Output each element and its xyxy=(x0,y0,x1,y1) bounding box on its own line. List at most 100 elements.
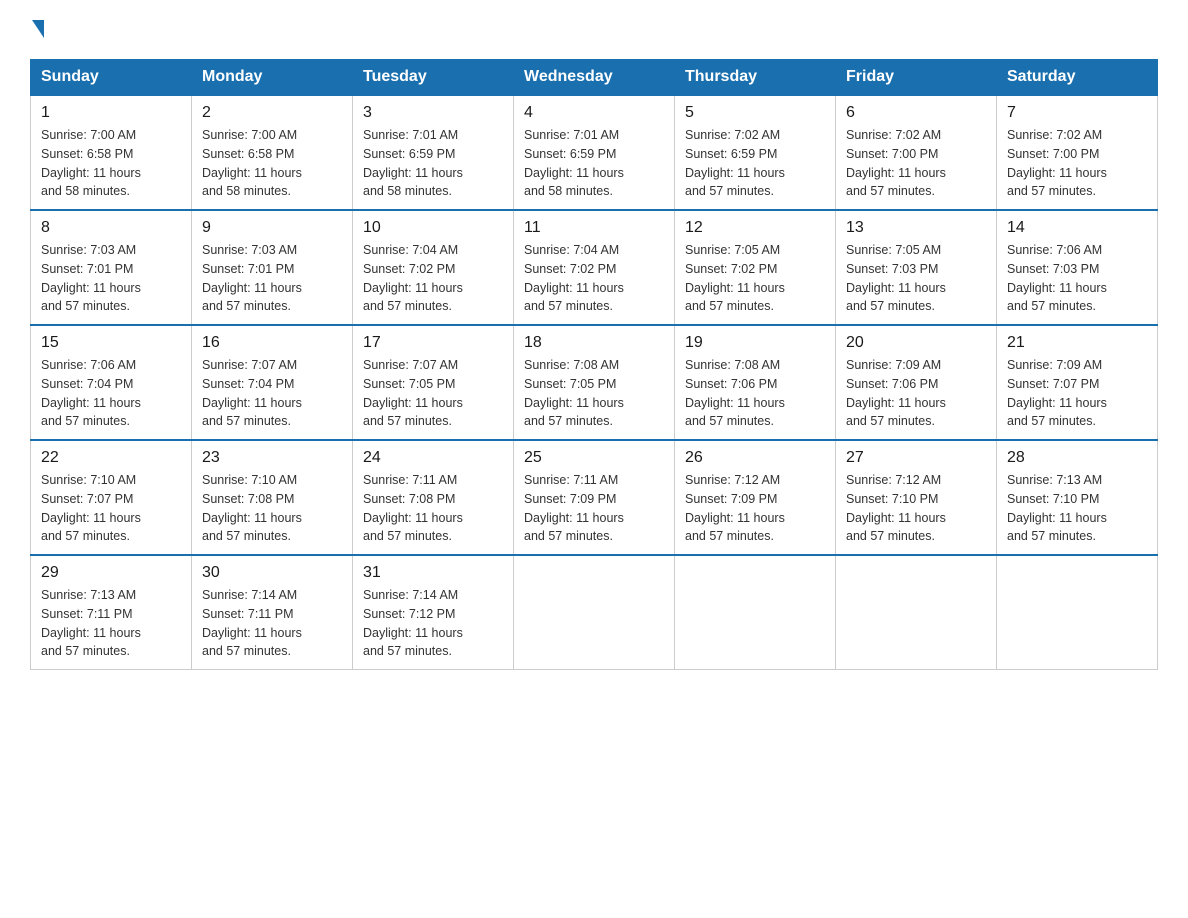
day-info: Sunrise: 7:10 AM Sunset: 7:08 PM Dayligh… xyxy=(202,471,342,546)
day-number: 19 xyxy=(685,334,825,352)
calendar-cell: 28 Sunrise: 7:13 AM Sunset: 7:10 PM Dayl… xyxy=(997,440,1158,555)
day-number: 14 xyxy=(1007,219,1147,237)
calendar-cell: 4 Sunrise: 7:01 AM Sunset: 6:59 PM Dayli… xyxy=(514,95,675,210)
calendar-header-tuesday: Tuesday xyxy=(353,60,514,96)
day-number: 7 xyxy=(1007,104,1147,122)
calendar-cell: 23 Sunrise: 7:10 AM Sunset: 7:08 PM Dayl… xyxy=(192,440,353,555)
calendar-cell: 16 Sunrise: 7:07 AM Sunset: 7:04 PM Dayl… xyxy=(192,325,353,440)
day-number: 22 xyxy=(41,449,181,467)
calendar-cell: 22 Sunrise: 7:10 AM Sunset: 7:07 PM Dayl… xyxy=(31,440,192,555)
calendar-cell: 24 Sunrise: 7:11 AM Sunset: 7:08 PM Dayl… xyxy=(353,440,514,555)
day-info: Sunrise: 7:10 AM Sunset: 7:07 PM Dayligh… xyxy=(41,471,181,546)
calendar-cell: 17 Sunrise: 7:07 AM Sunset: 7:05 PM Dayl… xyxy=(353,325,514,440)
day-number: 30 xyxy=(202,564,342,582)
day-number: 21 xyxy=(1007,334,1147,352)
day-info: Sunrise: 7:13 AM Sunset: 7:11 PM Dayligh… xyxy=(41,586,181,661)
calendar-header-saturday: Saturday xyxy=(997,60,1158,96)
calendar-cell xyxy=(514,555,675,670)
day-info: Sunrise: 7:03 AM Sunset: 7:01 PM Dayligh… xyxy=(41,241,181,316)
day-info: Sunrise: 7:09 AM Sunset: 7:07 PM Dayligh… xyxy=(1007,356,1147,431)
calendar-cell: 26 Sunrise: 7:12 AM Sunset: 7:09 PM Dayl… xyxy=(675,440,836,555)
day-number: 1 xyxy=(41,104,181,122)
calendar-cell: 7 Sunrise: 7:02 AM Sunset: 7:00 PM Dayli… xyxy=(997,95,1158,210)
day-number: 9 xyxy=(202,219,342,237)
day-number: 5 xyxy=(685,104,825,122)
calendar-header-sunday: Sunday xyxy=(31,60,192,96)
day-number: 17 xyxy=(363,334,503,352)
day-info: Sunrise: 7:11 AM Sunset: 7:08 PM Dayligh… xyxy=(363,471,503,546)
calendar-cell: 14 Sunrise: 7:06 AM Sunset: 7:03 PM Dayl… xyxy=(997,210,1158,325)
day-number: 25 xyxy=(524,449,664,467)
day-info: Sunrise: 7:01 AM Sunset: 6:59 PM Dayligh… xyxy=(363,126,503,201)
calendar-cell: 1 Sunrise: 7:00 AM Sunset: 6:58 PM Dayli… xyxy=(31,95,192,210)
calendar-table: SundayMondayTuesdayWednesdayThursdayFrid… xyxy=(30,59,1158,670)
day-number: 29 xyxy=(41,564,181,582)
calendar-cell: 31 Sunrise: 7:14 AM Sunset: 7:12 PM Dayl… xyxy=(353,555,514,670)
day-number: 10 xyxy=(363,219,503,237)
day-number: 23 xyxy=(202,449,342,467)
calendar-cell: 20 Sunrise: 7:09 AM Sunset: 7:06 PM Dayl… xyxy=(836,325,997,440)
calendar-header-wednesday: Wednesday xyxy=(514,60,675,96)
calendar-header-monday: Monday xyxy=(192,60,353,96)
week-row-5: 29 Sunrise: 7:13 AM Sunset: 7:11 PM Dayl… xyxy=(31,555,1158,670)
calendar-header-thursday: Thursday xyxy=(675,60,836,96)
day-info: Sunrise: 7:01 AM Sunset: 6:59 PM Dayligh… xyxy=(524,126,664,201)
day-info: Sunrise: 7:00 AM Sunset: 6:58 PM Dayligh… xyxy=(41,126,181,201)
day-info: Sunrise: 7:02 AM Sunset: 7:00 PM Dayligh… xyxy=(1007,126,1147,201)
page-header xyxy=(30,20,1158,41)
day-info: Sunrise: 7:12 AM Sunset: 7:09 PM Dayligh… xyxy=(685,471,825,546)
week-row-3: 15 Sunrise: 7:06 AM Sunset: 7:04 PM Dayl… xyxy=(31,325,1158,440)
day-number: 3 xyxy=(363,104,503,122)
day-info: Sunrise: 7:11 AM Sunset: 7:09 PM Dayligh… xyxy=(524,471,664,546)
day-info: Sunrise: 7:02 AM Sunset: 6:59 PM Dayligh… xyxy=(685,126,825,201)
calendar-cell: 2 Sunrise: 7:00 AM Sunset: 6:58 PM Dayli… xyxy=(192,95,353,210)
day-number: 16 xyxy=(202,334,342,352)
calendar-cell xyxy=(675,555,836,670)
day-number: 20 xyxy=(846,334,986,352)
day-info: Sunrise: 7:06 AM Sunset: 7:04 PM Dayligh… xyxy=(41,356,181,431)
logo-triangle-icon xyxy=(32,20,44,38)
calendar-cell: 25 Sunrise: 7:11 AM Sunset: 7:09 PM Dayl… xyxy=(514,440,675,555)
day-number: 13 xyxy=(846,219,986,237)
day-number: 8 xyxy=(41,219,181,237)
day-number: 11 xyxy=(524,219,664,237)
day-info: Sunrise: 7:13 AM Sunset: 7:10 PM Dayligh… xyxy=(1007,471,1147,546)
day-info: Sunrise: 7:00 AM Sunset: 6:58 PM Dayligh… xyxy=(202,126,342,201)
calendar-cell: 18 Sunrise: 7:08 AM Sunset: 7:05 PM Dayl… xyxy=(514,325,675,440)
day-number: 12 xyxy=(685,219,825,237)
calendar-cell: 29 Sunrise: 7:13 AM Sunset: 7:11 PM Dayl… xyxy=(31,555,192,670)
day-info: Sunrise: 7:09 AM Sunset: 7:06 PM Dayligh… xyxy=(846,356,986,431)
calendar-cell: 30 Sunrise: 7:14 AM Sunset: 7:11 PM Dayl… xyxy=(192,555,353,670)
day-number: 4 xyxy=(524,104,664,122)
day-info: Sunrise: 7:07 AM Sunset: 7:04 PM Dayligh… xyxy=(202,356,342,431)
day-info: Sunrise: 7:05 AM Sunset: 7:02 PM Dayligh… xyxy=(685,241,825,316)
week-row-1: 1 Sunrise: 7:00 AM Sunset: 6:58 PM Dayli… xyxy=(31,95,1158,210)
logo xyxy=(30,20,44,41)
day-number: 2 xyxy=(202,104,342,122)
day-number: 24 xyxy=(363,449,503,467)
day-info: Sunrise: 7:02 AM Sunset: 7:00 PM Dayligh… xyxy=(846,126,986,201)
day-number: 18 xyxy=(524,334,664,352)
day-number: 31 xyxy=(363,564,503,582)
calendar-cell: 11 Sunrise: 7:04 AM Sunset: 7:02 PM Dayl… xyxy=(514,210,675,325)
calendar-cell: 8 Sunrise: 7:03 AM Sunset: 7:01 PM Dayli… xyxy=(31,210,192,325)
day-number: 28 xyxy=(1007,449,1147,467)
day-info: Sunrise: 7:14 AM Sunset: 7:11 PM Dayligh… xyxy=(202,586,342,661)
day-info: Sunrise: 7:12 AM Sunset: 7:10 PM Dayligh… xyxy=(846,471,986,546)
calendar-cell xyxy=(997,555,1158,670)
day-info: Sunrise: 7:08 AM Sunset: 7:05 PM Dayligh… xyxy=(524,356,664,431)
calendar-header-row: SundayMondayTuesdayWednesdayThursdayFrid… xyxy=(31,60,1158,96)
day-number: 27 xyxy=(846,449,986,467)
calendar-cell: 3 Sunrise: 7:01 AM Sunset: 6:59 PM Dayli… xyxy=(353,95,514,210)
day-number: 26 xyxy=(685,449,825,467)
calendar-cell: 10 Sunrise: 7:04 AM Sunset: 7:02 PM Dayl… xyxy=(353,210,514,325)
calendar-cell xyxy=(836,555,997,670)
calendar-cell: 19 Sunrise: 7:08 AM Sunset: 7:06 PM Dayl… xyxy=(675,325,836,440)
day-number: 15 xyxy=(41,334,181,352)
week-row-4: 22 Sunrise: 7:10 AM Sunset: 7:07 PM Dayl… xyxy=(31,440,1158,555)
calendar-cell: 21 Sunrise: 7:09 AM Sunset: 7:07 PM Dayl… xyxy=(997,325,1158,440)
day-info: Sunrise: 7:08 AM Sunset: 7:06 PM Dayligh… xyxy=(685,356,825,431)
day-info: Sunrise: 7:03 AM Sunset: 7:01 PM Dayligh… xyxy=(202,241,342,316)
day-info: Sunrise: 7:07 AM Sunset: 7:05 PM Dayligh… xyxy=(363,356,503,431)
calendar-cell: 12 Sunrise: 7:05 AM Sunset: 7:02 PM Dayl… xyxy=(675,210,836,325)
